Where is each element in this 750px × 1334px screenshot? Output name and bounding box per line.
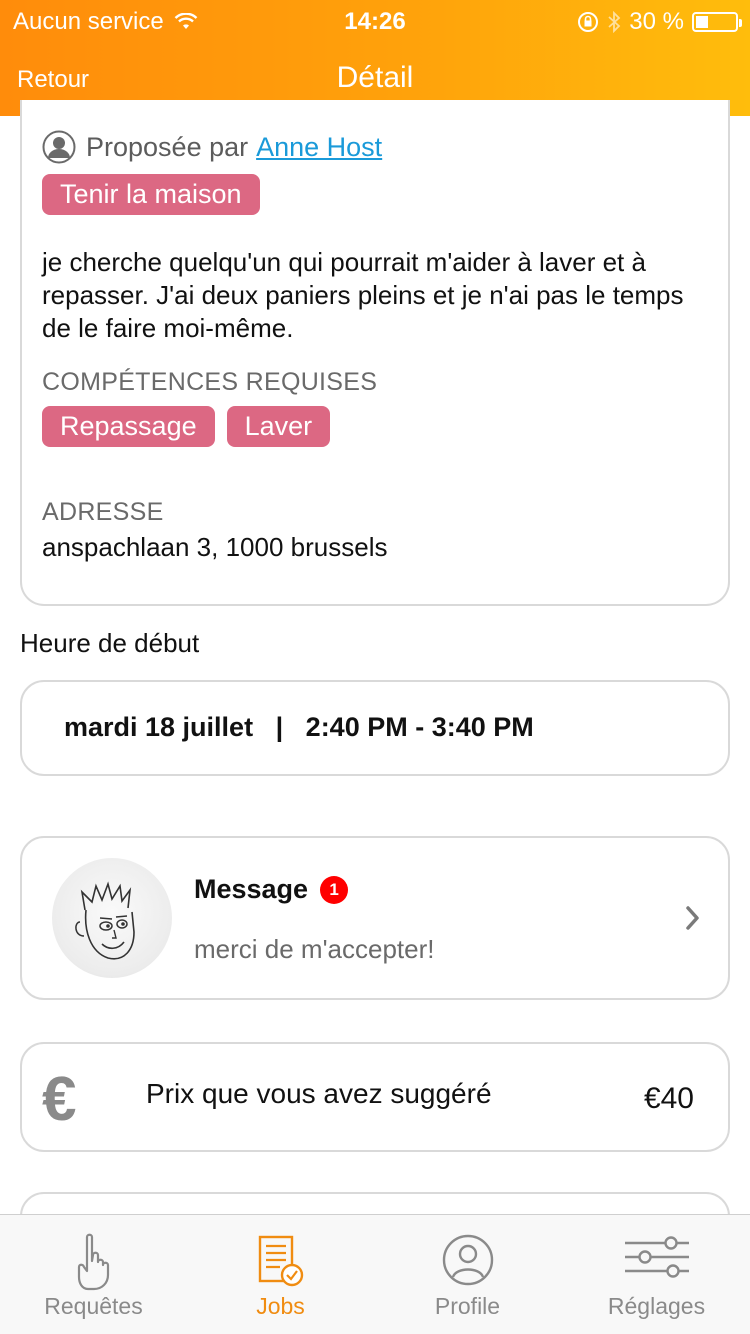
- start-time-label: Heure de début: [20, 628, 200, 658]
- euro-icon: €: [42, 1065, 77, 1134]
- schedule-card[interactable]: mardi 18 juillet | 2:40 PM - 3:40 PM: [20, 680, 730, 776]
- battery-icon: [692, 12, 742, 32]
- skill-tag: Repassage: [42, 406, 215, 447]
- tab-reglages[interactable]: Réglages: [563, 1215, 750, 1334]
- price-value: €40: [643, 1082, 694, 1115]
- proposer-link[interactable]: Anne Host: [256, 132, 382, 163]
- tab-label: Jobs: [256, 1293, 305, 1319]
- tab-bar: Requêtes Jobs Profile Réglages: [0, 1214, 750, 1334]
- unread-badge: 1: [320, 875, 349, 904]
- tab-label: Profile: [434, 1293, 501, 1319]
- document-check-icon: [258, 1235, 303, 1287]
- message-title: Message: [194, 874, 309, 904]
- status-right: 30 %: [577, 8, 742, 36]
- schedule-date: mardi 18 juillet: [64, 712, 254, 742]
- category-tag: Tenir la maison: [42, 174, 260, 215]
- page-title: Détail: [336, 61, 414, 94]
- header: Aucun service 14:26 30 % Retour Détail: [0, 0, 750, 116]
- cartoon-face-icon: [75, 881, 135, 960]
- avatar: [52, 858, 172, 978]
- hand-pointing-icon: [77, 1233, 109, 1291]
- status-bar: Aucun service 14:26 30 %: [0, 6, 750, 38]
- rotation-lock-icon: [578, 12, 599, 32]
- tab-label: Réglages: [607, 1293, 706, 1319]
- battery-percent: 30 %: [629, 8, 684, 35]
- job-description: je cherche quelqu'un qui pourrait m'aide…: [42, 247, 684, 343]
- tab-label: Requêtes: [44, 1293, 143, 1319]
- address-label: ADRESSE: [42, 498, 164, 526]
- skills-list: Repassage Laver: [42, 406, 331, 447]
- proposer-row: Proposée par Anne Host: [42, 130, 382, 164]
- proposer-prefix: Proposée par: [86, 131, 249, 162]
- tab-profile[interactable]: Profile: [374, 1215, 561, 1334]
- sliders-icon: [624, 1236, 689, 1278]
- person-icon: [42, 130, 76, 164]
- nav-bar: Retour Détail: [0, 56, 750, 106]
- tab-jobs[interactable]: Jobs: [187, 1215, 374, 1334]
- message-card[interactable]: Message 1 merci de m'accepter!: [20, 836, 730, 1000]
- skills-label: COMPÉTENCES REQUISES: [42, 368, 378, 396]
- bluetooth-icon: [608, 11, 621, 33]
- price-card[interactable]: € Prix que vous avez suggéré €40: [20, 1042, 730, 1152]
- schedule-separator: |: [275, 712, 284, 742]
- skill-tag: Laver: [226, 406, 331, 447]
- message-preview: merci de m'accepter!: [194, 934, 435, 964]
- schedule-time-range: 2:40 PM - 3:40 PM: [305, 712, 534, 742]
- tab-requetes[interactable]: Requêtes: [0, 1215, 187, 1334]
- job-detail-card: Proposée par Anne Host Tenir la maison j…: [20, 100, 730, 606]
- message-title-row: Message 1: [194, 874, 349, 905]
- schedule-text: mardi 18 juillet | 2:40 PM - 3:40 PM: [64, 712, 534, 743]
- price-label: Prix que vous avez suggéré: [146, 1078, 492, 1109]
- address-value: anspachlaan 3, 1000 brussels: [42, 532, 388, 562]
- profile-circle-icon: [442, 1234, 493, 1286]
- chevron-right-icon: [686, 906, 699, 930]
